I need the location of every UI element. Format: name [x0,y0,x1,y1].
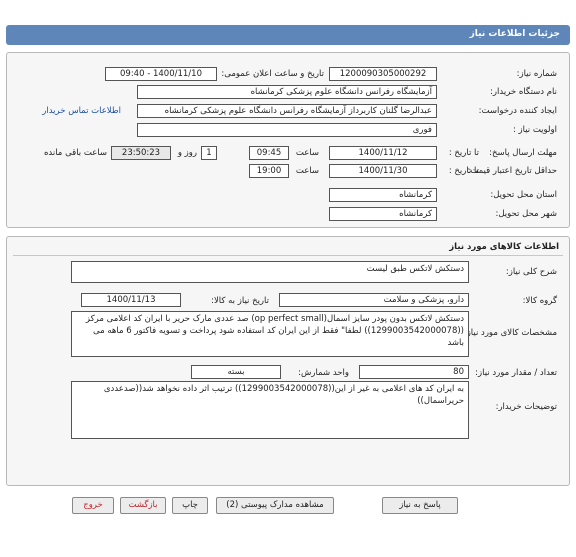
validity-time-label: ساعت [295,166,319,176]
reply-button[interactable]: پاسخ به نیاز [382,497,458,514]
qty-label: تعداد / مقدار مورد نیاز: [475,368,557,378]
priority-field: فوری [137,123,437,137]
city-label: شهر محل تحویل: [495,209,557,219]
price-validity-label: حداقل تاریخ اعتبار قیمت: [467,166,557,176]
province-field: کرمانشاه [329,188,437,202]
page-title: جزئیات اطلاعات نیاز [469,29,560,39]
page-title-bar: جزئیات اطلاعات نیاز [6,25,570,45]
goods-panel: اطلاعات کالاهای مورد نیاز شرح کلی نیاز: … [6,236,570,486]
group-label: گروه کالا: [522,296,557,306]
buyer-org-label: نام دستگاه خریدار: [490,87,557,97]
remaining-time-field: 23:50:23 [111,146,171,160]
remaining-label: ساعت باقی مانده [43,148,107,158]
deadline-date-field: 1400/11/12 [329,146,437,160]
section-divider [13,255,563,256]
buyer-notes-field: به ایران کد های اعلامی به غیر از این((12… [71,381,469,439]
spec-field: دستکش لاتکس بدون پودر سایز اسمال(op perf… [71,311,469,357]
need-date-field: 1400/11/13 [81,293,181,307]
attachments-button[interactable]: مشاهده مدارک پیوستی (2) [216,497,334,514]
qty-field: 80 [359,365,469,379]
buyer-notes-label: توضیحات خریدار: [495,402,557,412]
creator-label: ایجاد کننده درخواست: [478,106,557,116]
goods-section-title: اطلاعات کالاهای مورد نیاز [449,242,559,252]
buyer-org-field: آزمایشگاه رفرانس دانشگاه علوم پزشکی کرما… [137,85,437,99]
deadline-time-label: ساعت [295,148,319,158]
deadline-label: مهلت ارسال پاسخ: [489,148,557,158]
group-field: دارو، پزشکی و سلامت [279,293,469,307]
unit-field: بسته [191,365,281,379]
need-details-panel: شماره نیاز: 1200090305000292 تاریخ و ساع… [6,52,570,228]
city-field: کرمانشاه [329,207,437,221]
summary-label: شرح کلی نیاز: [505,267,557,277]
need-date-label: تاریخ نیاز به کالا: [211,296,269,306]
days-field: 1 [201,146,217,160]
validity-time-field: 19:00 [249,164,289,178]
announce-field: 1400/11/10 - 09:40 [105,67,217,81]
creator-field: عبدالرضا گلنان کاربرداز آزمایشگاه رفرانس… [137,104,437,118]
need-number-field: 1200090305000292 [329,67,437,81]
spec-label: مشخصات کالای مورد نیاز: [463,328,557,338]
need-number-label: شماره نیاز: [516,69,557,79]
days-label: روز و [177,148,197,158]
province-label: استان محل تحویل: [490,190,557,200]
priority-label: اولویت نیاز : [512,125,557,135]
announce-label: تاریخ و ساعت اعلان عمومی: [221,69,324,79]
validity-date-field: 1400/11/30 [329,164,437,178]
back-button[interactable]: بازگشت [120,497,166,514]
exit-button[interactable]: خروج [72,497,114,514]
validity-to-date-label: تا تاریخ : [448,166,479,176]
print-button[interactable]: چاپ [172,497,208,514]
to-date-label: تا تاریخ : [448,148,479,158]
buyer-contact-link[interactable]: اطلاعات تماس خریدار [42,106,121,116]
summary-field: دستکش لاتکس طبق لیست [71,261,469,283]
unit-label: واحد شمارش: [298,368,349,378]
deadline-time-field: 09:45 [249,146,289,160]
